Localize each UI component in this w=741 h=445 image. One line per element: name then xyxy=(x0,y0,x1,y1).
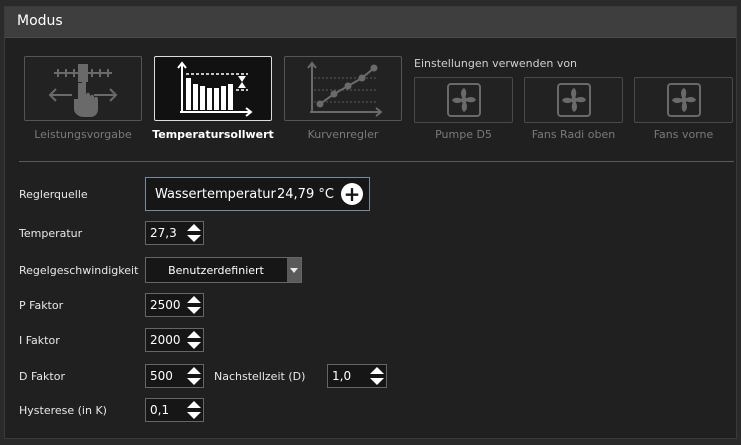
spinner-arrows-icon[interactable] xyxy=(370,367,384,385)
temperature-value: 27,3 xyxy=(150,226,177,240)
mode-leistungsvorgabe[interactable]: Leistungsvorgabe xyxy=(24,56,142,141)
p-factor-value: 2500 xyxy=(150,298,181,312)
controller-source-name: Wassertemperatur xyxy=(155,187,276,202)
p-factor-label: P Faktor xyxy=(19,299,64,312)
use-settings-fans-radi-oben[interactable]: Fans Radi oben xyxy=(524,77,623,141)
speed-value: Benutzerdefiniert xyxy=(168,264,264,277)
add-source-icon[interactable]: + xyxy=(341,183,363,205)
panel-header: Modus xyxy=(5,7,736,38)
p-factor-spinner[interactable]: 2500 xyxy=(145,293,204,317)
panel-title: Modus xyxy=(17,13,63,29)
hysteresis-label: Hysterese (in K) xyxy=(19,404,107,417)
hysteresis-value: 0,1 xyxy=(150,403,170,417)
controller-source-value: 24,79 °C xyxy=(277,187,334,202)
mode-panel: Modus Leistungsvorgabe Temperatursollwer… xyxy=(4,6,737,439)
use-settings-label: Fans vorne xyxy=(653,128,714,141)
bar-chart-setpoint-icon xyxy=(177,60,253,117)
spinner-arrows-icon[interactable] xyxy=(187,367,201,385)
reset-time-label: Nachstellzeit (D) xyxy=(214,370,306,383)
mode-kurvenregler[interactable]: Kurvenregler xyxy=(284,56,402,141)
divider xyxy=(19,161,734,162)
i-factor-label: I Faktor xyxy=(19,334,60,347)
d-factor-spinner[interactable]: 500 xyxy=(145,364,204,388)
spinner-arrows-icon[interactable] xyxy=(187,224,201,242)
fan-icon xyxy=(556,83,591,117)
spinner-arrows-icon[interactable] xyxy=(187,331,201,349)
use-settings-fans-vorne[interactable]: Fans vorne xyxy=(634,77,733,141)
reset-time-spinner[interactable]: 1,0 xyxy=(327,364,387,388)
controller-source-field[interactable]: Wassertemperatur 24,79 °C + xyxy=(145,177,370,211)
i-factor-spinner[interactable]: 2000 xyxy=(145,328,204,352)
speed-label: Regelgeschwindigkeit xyxy=(19,264,139,277)
controller-source-label: Reglerquelle xyxy=(19,188,88,201)
fan-icon xyxy=(666,83,701,117)
use-settings-title: Einstellungen verwenden von xyxy=(414,57,578,70)
temperature-spinner[interactable]: 27,3 xyxy=(145,221,204,245)
curve-chart-icon xyxy=(307,60,383,117)
spinner-arrows-icon[interactable] xyxy=(187,296,201,314)
mode-temperatursollwert[interactable]: Temperatursollwert xyxy=(152,56,274,141)
slider-hand-icon xyxy=(48,63,118,117)
chevron-down-icon[interactable] xyxy=(287,258,301,282)
d-factor-value: 500 xyxy=(150,369,173,383)
hysteresis-spinner[interactable]: 0,1 xyxy=(145,398,204,422)
d-factor-label: D Faktor xyxy=(19,370,65,383)
i-factor-value: 2000 xyxy=(150,333,181,347)
speed-select[interactable]: Benutzerdefiniert xyxy=(145,257,302,283)
fan-icon xyxy=(446,83,481,117)
spinner-arrows-icon[interactable] xyxy=(187,401,201,419)
reset-time-value: 1,0 xyxy=(332,369,352,383)
temperature-label: Temperatur xyxy=(19,227,83,240)
use-settings-pumpe-d5[interactable]: Pumpe D5 xyxy=(414,77,513,141)
